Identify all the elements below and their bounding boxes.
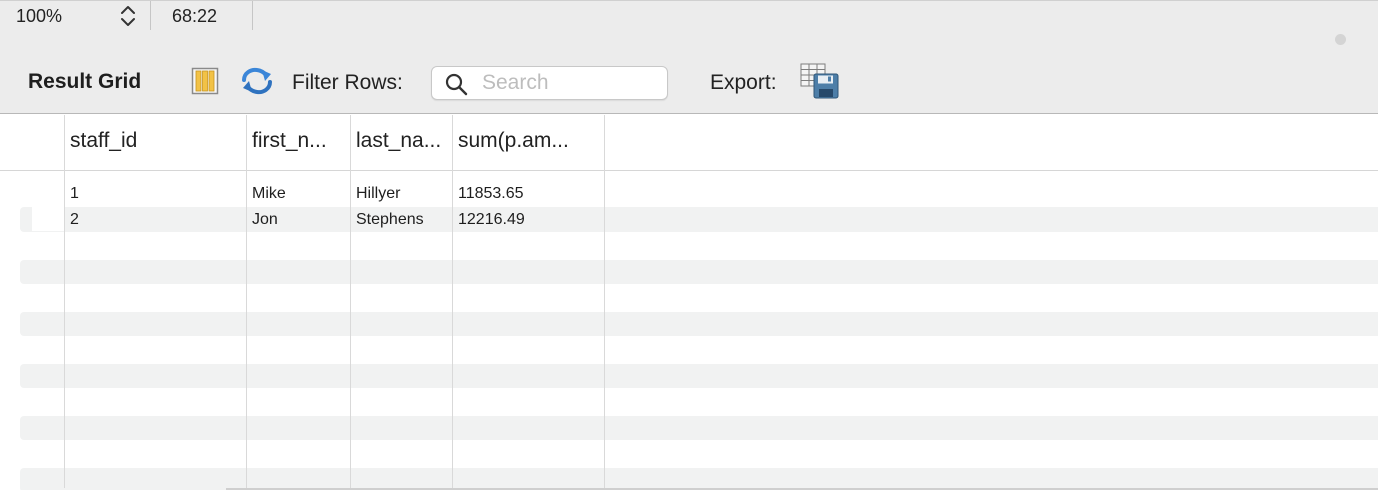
result-grid[interactable]: staff_id first_n... last_na... sum(p.am.…: [0, 115, 1378, 490]
zoom-control[interactable]: 100%: [0, 1, 151, 31]
window-indicator-dot: [1335, 34, 1346, 45]
column-header-last-name[interactable]: last_na...: [356, 129, 450, 159]
table-row-stripe: [20, 312, 1378, 336]
columns-icon[interactable]: [191, 67, 219, 95]
cell-first-name[interactable]: Mike: [252, 185, 286, 203]
row-header-cell[interactable]: [32, 207, 64, 231]
chevron-up-down-icon[interactable]: [118, 4, 138, 28]
table-row-stripe: [20, 468, 1378, 490]
table-row-stripe: [20, 416, 1378, 440]
cell-staff-id[interactable]: 1: [70, 185, 79, 203]
search-icon: [445, 73, 468, 96]
column-divider[interactable]: [604, 115, 605, 488]
search-input[interactable]: [482, 69, 662, 97]
column-divider[interactable]: [452, 115, 453, 488]
cell-last-name[interactable]: Stephens: [356, 211, 424, 229]
refresh-icon[interactable]: [240, 66, 274, 96]
cell-staff-id[interactable]: 2: [70, 211, 79, 229]
result-grid-title[interactable]: Result Grid: [28, 70, 141, 94]
filter-rows-label: Filter Rows:: [292, 71, 403, 94]
cell-first-name[interactable]: Jon: [252, 211, 278, 229]
status-strip: 100% 68:22: [0, 0, 1378, 31]
column-header-first-name[interactable]: first_n...: [252, 129, 346, 159]
cursor-position: 68:22: [172, 6, 218, 26]
cell-sum-amount[interactable]: 12216.49: [458, 211, 525, 229]
column-divider[interactable]: [350, 115, 351, 488]
column-header-sum-amount[interactable]: sum(p.am...: [458, 129, 602, 159]
table-row-stripe: [20, 260, 1378, 284]
cell-last-name[interactable]: Hillyer: [356, 185, 400, 203]
column-header-staff-id[interactable]: staff_id: [70, 129, 242, 159]
column-divider: [64, 115, 65, 488]
grid-header-row: staff_id first_n... last_na... sum(p.am.…: [0, 115, 1378, 171]
cell-sum-amount[interactable]: 11853.65: [458, 185, 524, 203]
export-save-icon[interactable]: [800, 63, 840, 99]
table-row-stripe: [20, 364, 1378, 388]
column-divider[interactable]: [246, 115, 247, 488]
table-row-stripe: [20, 207, 1378, 231]
status-divider: [252, 1, 253, 31]
search-field[interactable]: [431, 66, 668, 100]
zoom-value: 100%: [16, 6, 63, 26]
export-label: Export:: [710, 71, 777, 94]
result-toolbar: Result Grid Filter Rows: Export:: [0, 30, 1378, 114]
